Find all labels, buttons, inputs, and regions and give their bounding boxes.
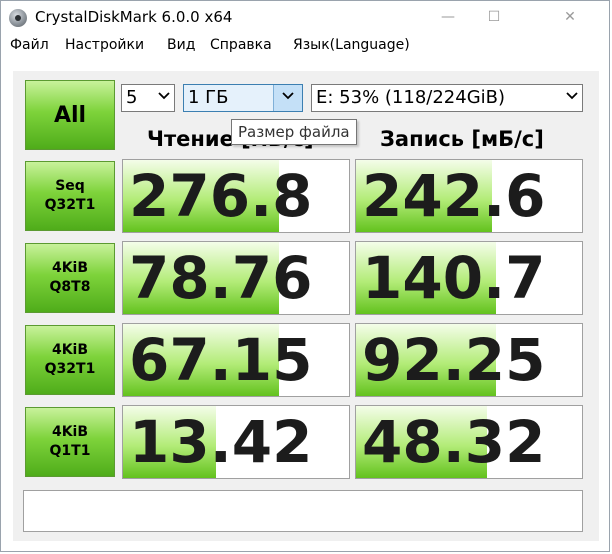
result-read-4kib-q1t1: 13.42 xyxy=(122,405,350,479)
read-value: 13.42 xyxy=(129,408,313,476)
app-window: CrystalDiskMark 6.0.0 x64 — ☐ ✕ Файл Нас… xyxy=(0,0,610,552)
menu-view[interactable]: Вид xyxy=(167,37,195,53)
write-value: 92.25 xyxy=(362,326,546,394)
title-bar: CrystalDiskMark 6.0.0 x64 — ☐ ✕ xyxy=(1,1,609,33)
read-value: 78.76 xyxy=(129,244,313,312)
status-box xyxy=(23,490,583,532)
result-write-4kib-q32t1: 92.25 xyxy=(355,323,583,397)
maximize-icon[interactable]: ☐ xyxy=(471,1,517,33)
read-value: 67.15 xyxy=(129,326,313,394)
result-write-4kib-q1t1: 48.32 xyxy=(355,405,583,479)
result-read-4kib-q8t8: 78.76 xyxy=(122,241,350,315)
test-button-4kib-q32t1[interactable]: 4KiB Q32T1 xyxy=(25,325,115,395)
run-all-button[interactable]: All xyxy=(25,80,115,150)
minimize-icon[interactable]: — xyxy=(425,1,471,33)
result-write-4kib-q8t8: 140.7 xyxy=(355,241,583,315)
chevron-down-icon xyxy=(158,92,170,100)
test-button-4kib-q8t8[interactable]: 4KiB Q8T8 xyxy=(25,243,115,313)
benchmark-panel: All 5 1 ГБ E: 53% (118/224GiB) Чтение [м… xyxy=(13,71,599,541)
test-button-seq-q32t1[interactable]: Seq Q32T1 xyxy=(25,161,115,231)
drive-select[interactable]: E: 53% (118/224GiB) xyxy=(311,84,583,112)
test-count-value: 5 xyxy=(126,87,138,108)
menu-help[interactable]: Справка xyxy=(210,37,272,53)
read-value: 276.8 xyxy=(129,162,313,230)
disk-app-icon xyxy=(9,9,27,27)
close-icon[interactable]: ✕ xyxy=(547,1,593,33)
menu-file[interactable]: Файл xyxy=(10,37,49,53)
write-value: 140.7 xyxy=(362,244,546,312)
menu-settings[interactable]: Настройки xyxy=(65,37,144,53)
result-read-seq-q32t1: 276.8 xyxy=(122,159,350,233)
file-size-value: 1 ГБ xyxy=(188,87,229,108)
chevron-down-icon xyxy=(282,92,294,100)
chevron-down-icon xyxy=(566,92,578,100)
window-title: CrystalDiskMark 6.0.0 x64 xyxy=(35,8,233,26)
test-button-4kib-q1t1[interactable]: 4KiB Q1T1 xyxy=(25,407,115,477)
write-column-header: Запись [мБ/с] xyxy=(380,127,544,151)
write-value: 242.6 xyxy=(362,162,546,230)
menu-bar: Файл Настройки Вид Справка Язык(Language… xyxy=(1,35,609,57)
write-value: 48.32 xyxy=(362,408,546,476)
menu-language[interactable]: Язык(Language) xyxy=(293,37,410,53)
result-write-seq-q32t1: 242.6 xyxy=(355,159,583,233)
file-size-tooltip: Размер файла xyxy=(231,119,357,145)
file-size-dropdown-button[interactable] xyxy=(273,85,302,111)
test-count-select[interactable]: 5 xyxy=(121,84,175,112)
file-size-select[interactable]: 1 ГБ xyxy=(183,84,303,112)
result-read-4kib-q32t1: 67.15 xyxy=(122,323,350,397)
drive-value: E: 53% (118/224GiB) xyxy=(316,87,506,108)
